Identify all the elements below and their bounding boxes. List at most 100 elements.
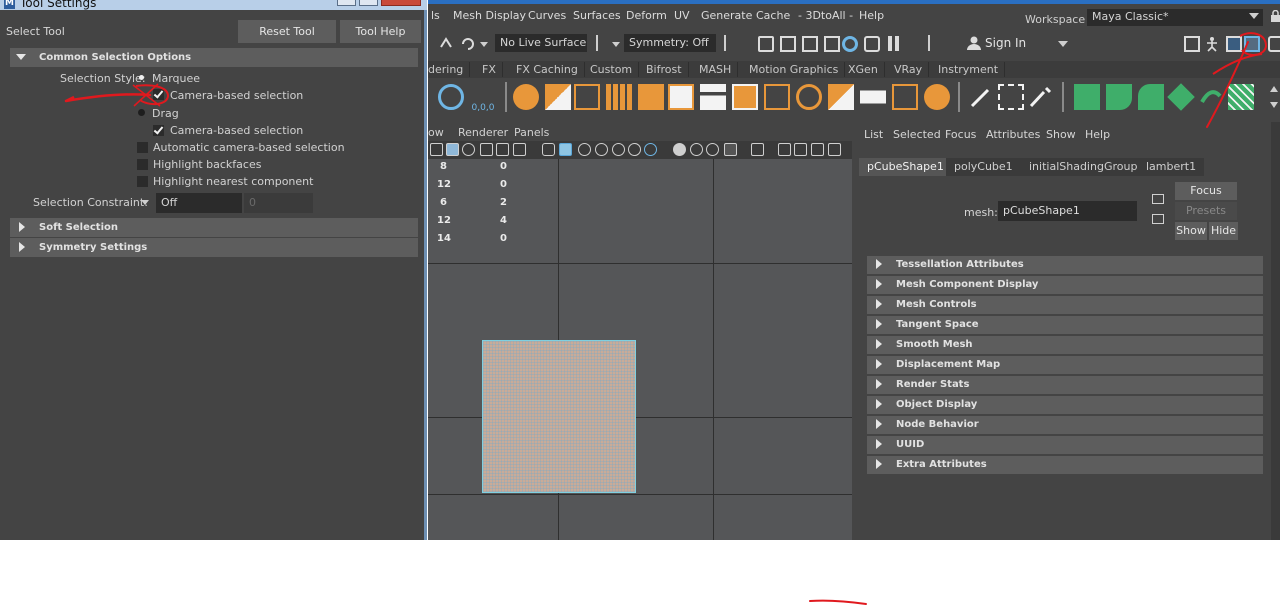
- workspace-dropdown[interactable]: Maya Classic*: [1087, 9, 1263, 26]
- channel-box-icon[interactable]: [1226, 36, 1242, 52]
- chevron-down-icon[interactable]: [141, 200, 149, 205]
- gate-mask-icon[interactable]: [828, 143, 841, 156]
- highlight-backfaces-checkbox[interactable]: [137, 159, 148, 170]
- tool-settings-icon[interactable]: [1268, 36, 1280, 52]
- section-mesh-component-display[interactable]: Mesh Component Display: [867, 276, 1263, 294]
- tab-pcubeshape1[interactable]: pCubeShape1: [859, 158, 952, 176]
- marquee-camera-based-checkbox[interactable]: [153, 89, 164, 100]
- split-cube-icon[interactable]: [828, 84, 854, 110]
- stacked-cubes-icon[interactable]: [638, 84, 664, 110]
- section-extra-attributes[interactable]: Extra Attributes: [867, 456, 1263, 474]
- section-tessellation-attributes[interactable]: Tessellation Attributes: [867, 256, 1263, 274]
- brush-icon[interactable]: [1028, 84, 1054, 110]
- menu-item-renderer[interactable]: Renderer: [458, 126, 508, 139]
- mesh-name-field[interactable]: pCubeShape1: [998, 201, 1137, 221]
- checker-icon[interactable]: [1228, 84, 1254, 110]
- ae-menu-list[interactable]: List: [864, 128, 883, 141]
- tool-settings-titlebar[interactable]: M Tool Settings: [0, 0, 427, 10]
- marquee-radio[interactable]: [139, 75, 144, 80]
- chevron-down-icon[interactable]: [612, 42, 620, 47]
- shelf-tab-instryment[interactable]: Instryment: [932, 62, 1006, 77]
- chevron-down-icon[interactable]: [1058, 41, 1068, 47]
- frame-soft-selection[interactable]: Soft Selection: [10, 218, 418, 237]
- ae-menu-show[interactable]: Show: [1046, 128, 1076, 141]
- shelf-scroll-arrows[interactable]: [1270, 84, 1278, 112]
- focus-button[interactable]: Focus: [1175, 182, 1237, 200]
- highlight-nearest-checkbox[interactable]: [137, 176, 148, 187]
- shelf-tab-xgen[interactable]: XGen: [842, 62, 885, 77]
- section-object-display[interactable]: Object Display: [867, 396, 1263, 414]
- shaded-wire-icon[interactable]: [578, 143, 591, 156]
- shelf-tab-custom[interactable]: Custom: [584, 62, 640, 77]
- side-panel-tabs[interactable]: [1271, 122, 1280, 540]
- menu-item-help[interactable]: Help: [859, 9, 884, 22]
- frame-box-icon[interactable]: [764, 84, 790, 110]
- shelf-tab-fx-caching[interactable]: FX Caching: [510, 62, 585, 77]
- tool-help-button[interactable]: Tool Help: [340, 20, 421, 43]
- shelf-tab-rendering[interactable]: dering: [428, 62, 471, 77]
- cube-object[interactable]: [482, 340, 636, 493]
- menu-item-deform[interactable]: Deform: [626, 9, 667, 22]
- constraint-number-field[interactable]: 0: [244, 193, 313, 213]
- render-frame-icon[interactable]: [780, 36, 796, 52]
- reset-tool-button[interactable]: Reset Tool: [238, 20, 336, 43]
- menu-item-3dtoall[interactable]: - 3DtoAll -: [798, 9, 853, 22]
- section-node-behavior[interactable]: Node Behavior: [867, 416, 1263, 434]
- presets-button[interactable]: Presets: [1175, 202, 1237, 220]
- ae-menu-focus[interactable]: Focus: [945, 128, 976, 141]
- ae-menu-attributes[interactable]: Attributes: [986, 128, 1040, 141]
- box-icon[interactable]: [732, 84, 758, 110]
- sphere-grid-icon[interactable]: [796, 84, 822, 110]
- hide-button[interactable]: Hide: [1209, 222, 1238, 240]
- render-setup-icon[interactable]: [864, 36, 880, 52]
- render-tiles-icon[interactable]: [545, 84, 571, 110]
- cube-layers-icon[interactable]: [574, 84, 600, 110]
- green-arrow-icon[interactable]: [1198, 84, 1224, 110]
- smooth-shade-icon[interactable]: [559, 143, 572, 156]
- green-shape-icon[interactable]: [1106, 84, 1132, 110]
- frame-symmetry-settings[interactable]: Symmetry Settings: [10, 238, 418, 257]
- input-connection-icon[interactable]: [1152, 194, 1164, 204]
- section-displacement-map[interactable]: Displacement Map: [867, 356, 1263, 374]
- isolate-select-icon[interactable]: [724, 143, 737, 156]
- ball-icon[interactable]: [924, 84, 950, 110]
- ipr-render-icon[interactable]: [802, 36, 818, 52]
- ae-menu-selected[interactable]: Selected: [893, 128, 941, 141]
- menu-item-mesh-display[interactable]: Mesh Display: [453, 9, 526, 22]
- grid-cubes-icon[interactable]: [606, 84, 632, 110]
- auto-camera-based-checkbox[interactable]: [137, 142, 148, 153]
- shelf-tab-vray[interactable]: VRay: [888, 62, 930, 77]
- depth-of-field-icon[interactable]: [706, 143, 719, 156]
- section-mesh-controls[interactable]: Mesh Controls: [867, 296, 1263, 314]
- magnet-icon[interactable]: [438, 35, 454, 51]
- shadows-icon[interactable]: [628, 143, 641, 156]
- symmetry-field[interactable]: Symmetry: Off: [624, 34, 716, 52]
- title-safe-icon[interactable]: [513, 143, 526, 156]
- show-button[interactable]: Show: [1175, 222, 1207, 240]
- modeling-toolkit-icon[interactable]: [1184, 36, 1200, 52]
- minimize-button[interactable]: [337, 0, 356, 6]
- shelf-tab-mash[interactable]: MASH: [693, 62, 739, 77]
- tab-polycube1[interactable]: polyCube1: [946, 158, 1021, 176]
- xray-icon[interactable]: [751, 143, 764, 156]
- snowflake-icon[interactable]: 0,0,0: [468, 84, 498, 113]
- attribute-editor-icon[interactable]: [1244, 36, 1260, 52]
- grid-icon[interactable]: [480, 143, 493, 156]
- plane-icon[interactable]: [860, 90, 886, 104]
- sign-in-label[interactable]: Sign In: [985, 36, 1026, 50]
- ambient-occlusion-icon[interactable]: [644, 143, 657, 156]
- maximize-button[interactable]: [359, 0, 378, 6]
- render-view-icon[interactable]: [758, 36, 774, 52]
- wireframe-icon[interactable]: [542, 143, 555, 156]
- tall-cube-icon[interactable]: [668, 84, 694, 110]
- bounding-box-icon[interactable]: [892, 84, 918, 110]
- film-gate-icon[interactable]: [496, 143, 509, 156]
- particle-icon[interactable]: [438, 84, 464, 110]
- menu-item-cache[interactable]: Cache: [756, 9, 790, 22]
- green-wave-icon[interactable]: [1138, 84, 1164, 110]
- menu-item-panels[interactable]: Panels: [514, 126, 549, 139]
- resolution-gate-icon[interactable]: [811, 143, 824, 156]
- shelf-tab-fx[interactable]: FX: [476, 62, 503, 77]
- layers-icon[interactable]: [700, 84, 726, 110]
- shelf-tab-bifrost[interactable]: Bifrost: [640, 62, 689, 77]
